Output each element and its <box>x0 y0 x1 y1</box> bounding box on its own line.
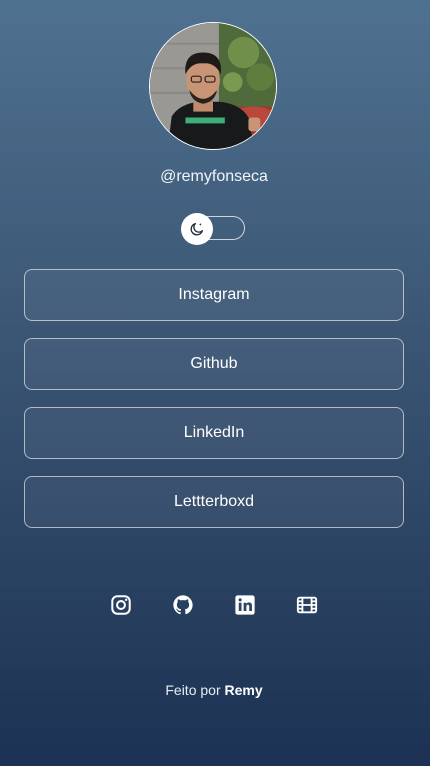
linkedin-link-button[interactable]: LinkedIn <box>24 407 404 459</box>
letterboxd-link-button[interactable]: Lettterboxd <box>24 476 404 528</box>
github-icon[interactable] <box>172 594 194 616</box>
instagram-link-button[interactable]: Instagram <box>24 269 404 321</box>
moon-icon <box>190 223 203 236</box>
footer: Feito por Remy <box>0 682 428 698</box>
instagram-icon[interactable] <box>110 594 132 616</box>
avatar <box>149 22 277 150</box>
theme-toggle-knob[interactable] <box>181 213 213 245</box>
linkedin-icon[interactable] <box>234 594 256 616</box>
social-icons-bar <box>0 594 428 616</box>
username: @remyfonseca <box>160 168 268 185</box>
footer-author[interactable]: Remy <box>225 682 263 698</box>
footer-prefix: Feito por <box>165 682 221 698</box>
link-list: Instagram Github LinkedIn Lettterboxd <box>24 269 404 545</box>
avatar-photo <box>150 23 276 149</box>
film-icon[interactable] <box>296 594 318 616</box>
github-link-button[interactable]: Github <box>24 338 404 390</box>
